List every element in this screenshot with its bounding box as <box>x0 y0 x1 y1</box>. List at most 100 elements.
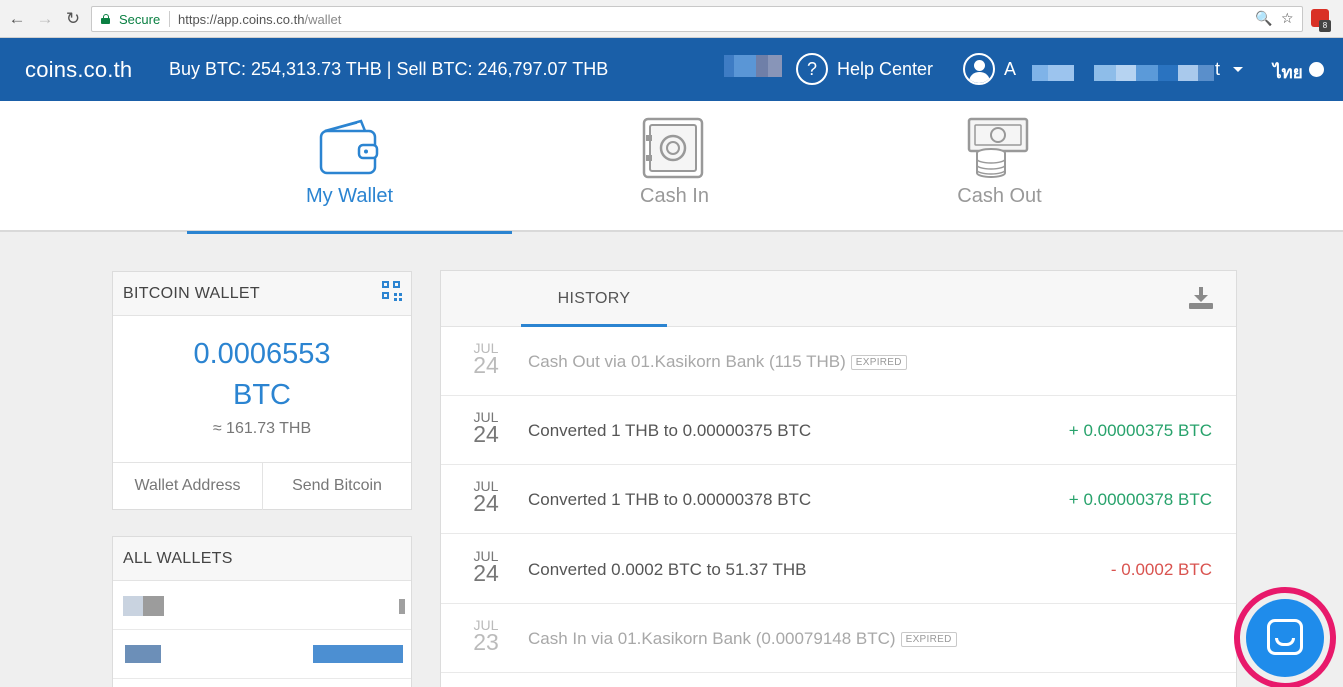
card-title: ALL WALLETS <box>123 550 233 567</box>
bookmark-star-icon[interactable]: ☆ <box>1281 10 1294 27</box>
history-description: Converted 1 THB to 0.00000378 BTC <box>528 490 812 509</box>
tab-cash-in[interactable]: Cash In <box>512 101 837 232</box>
qr-code-icon[interactable] <box>382 281 402 301</box>
history-row[interactable]: JUL 24 Converted 0.0002 BTC to 51.37 THB … <box>441 535 1236 604</box>
redacted-block <box>125 645 161 663</box>
forward-arrow-icon[interactable]: → <box>35 9 55 29</box>
language-switch[interactable]: ไทย <box>1273 59 1303 86</box>
history-row[interactable]: JUL 24 Cash Out via 01.Kasikorn Bank (115… <box>441 327 1236 396</box>
zoom-icon[interactable]: 🔍 <box>1255 10 1272 27</box>
help-center-link[interactable]: Help Center <box>837 59 933 80</box>
user-name-suffix[interactable]: t <box>1215 59 1220 80</box>
history-date: JUL 24 <box>471 341 501 378</box>
history-amount: + 0.00000378 BTC <box>1068 490 1212 509</box>
main-navigation: My Wallet Cash In Cash Out <box>0 101 1343 234</box>
user-name-initial[interactable]: A <box>1004 59 1016 80</box>
tab-label: My Wallet <box>305 185 394 207</box>
url-text[interactable]: https://app.coins.co.th/wallet <box>178 12 341 27</box>
redacted-block <box>143 596 164 616</box>
wallet-list-item[interactable] <box>113 581 411 630</box>
history-row[interactable]: JUL 24 Converted 1 THB to 0.00000378 BTC … <box>441 465 1236 534</box>
history-row[interactable]: JUL 23 Cash In via 01.Kasikorn Bank (0.00… <box>441 604 1236 673</box>
browser-toolbar: ← → ↻ Secure https://app.coins.co.th/wal… <box>0 0 1343 38</box>
history-card: HISTORY JUL 24 Cash Out via 01.Kasikorn B… <box>440 270 1237 687</box>
history-date: JUL 24 <box>471 410 501 447</box>
redacted-block <box>1048 65 1074 81</box>
url-divider <box>169 11 170 27</box>
description-text: Cash In via 01.Kasikorn Bank (0.00079148… <box>528 629 896 648</box>
btc-balance: 0.0006553 <box>193 338 331 370</box>
tab-cash-out[interactable]: Cash Out <box>837 101 1162 232</box>
site-logo[interactable]: coins.co.th <box>25 57 132 83</box>
history-row[interactable]: JUL 24 Converted 1 THB to 0.00000375 BTC … <box>441 396 1236 465</box>
redacted-block <box>756 55 768 77</box>
secure-label: Secure <box>119 12 161 27</box>
card-header: ALL WALLETS <box>113 537 411 581</box>
back-arrow-icon[interactable]: ← <box>7 9 27 29</box>
wallet-actions: Wallet Address Send Bitcoin <box>113 462 411 510</box>
history-description: Cash In via 01.Kasikorn Bank (0.00079148… <box>528 629 957 649</box>
redacted-block <box>1116 65 1136 81</box>
reload-icon[interactable]: ↻ <box>63 9 83 29</box>
date-day: 24 <box>473 490 499 516</box>
redacted-block <box>734 55 756 77</box>
send-bitcoin-button[interactable]: Send Bitcoin <box>262 463 411 510</box>
wallet-icon <box>319 119 379 175</box>
extension-badge: 8 <box>1319 20 1331 32</box>
safe-icon <box>642 117 704 179</box>
user-avatar-icon[interactable] <box>963 53 995 85</box>
card-header: BITCOIN WALLET <box>113 272 411 316</box>
cash-stack-icon <box>967 117 1029 178</box>
redacted-block <box>123 596 143 616</box>
redacted-block <box>768 55 782 77</box>
redacted-block <box>724 55 734 77</box>
thb-equivalent: ≈ 161.73 THB <box>212 420 312 437</box>
tab-label: Cash In <box>640 185 709 207</box>
url-path: /wallet <box>304 12 342 27</box>
description-text: Cash Out via 01.Kasikorn Bank (115 THB) <box>528 352 846 371</box>
date-day: 23 <box>473 629 499 655</box>
btc-unit: BTC <box>233 379 291 411</box>
history-description: Converted 1 THB to 0.00000375 BTC <box>528 421 812 440</box>
status-badge: EXPIRED <box>900 632 957 647</box>
address-bar[interactable]: Secure https://app.coins.co.th/wallet 🔍 … <box>91 6 1303 32</box>
url-base: https://app.coins.co.th <box>178 12 305 27</box>
redacted-block <box>1094 65 1116 81</box>
chat-launcher-button[interactable] <box>1246 599 1324 677</box>
status-badge: EXPIRED <box>850 355 907 370</box>
help-circle-icon[interactable]: ? <box>796 53 828 85</box>
date-day: 24 <box>473 421 499 447</box>
btc-price-ticker: Buy BTC: 254,313.73 THB | Sell BTC: 246,… <box>169 59 609 79</box>
download-icon[interactable] <box>1189 287 1213 309</box>
chevron-down-icon[interactable] <box>1233 67 1243 72</box>
redacted-block <box>1178 65 1198 81</box>
redacted-block <box>1136 65 1158 81</box>
redacted-block <box>313 645 403 663</box>
globe-icon[interactable] <box>1309 62 1324 77</box>
history-date: JUL 23 <box>471 618 501 655</box>
card-title: BITCOIN WALLET <box>123 285 260 302</box>
history-date: JUL 24 <box>471 479 501 516</box>
date-day: 24 <box>473 352 499 378</box>
history-amount: + 0.00000375 BTC <box>1068 421 1212 440</box>
redacted-block <box>399 599 405 614</box>
all-wallets-card: ALL WALLETS <box>112 536 412 687</box>
tab-my-wallet[interactable]: My Wallet <box>187 101 512 234</box>
date-day: 24 <box>473 560 499 586</box>
wallet-address-button[interactable]: Wallet Address <box>113 463 262 510</box>
tab-label: Cash Out <box>957 185 1042 207</box>
chat-bubble-icon <box>1267 619 1303 655</box>
wallet-list-item[interactable] <box>113 630 411 679</box>
redacted-block <box>1158 65 1178 81</box>
site-header: coins.co.th Buy BTC: 254,313.73 THB | Se… <box>0 38 1343 101</box>
history-amount: - 0.0002 BTC <box>1110 560 1212 579</box>
history-header: HISTORY <box>441 271 1236 327</box>
lock-icon <box>101 14 110 24</box>
history-description: Cash Out via 01.Kasikorn Bank (115 THB) E… <box>528 352 907 372</box>
bitcoin-wallet-card: BITCOIN WALLET 0.0006553 BTC ≈ 161.73 TH… <box>112 271 412 510</box>
redacted-block <box>1032 65 1048 81</box>
history-date: JUL 24 <box>471 549 501 586</box>
redacted-block <box>1198 65 1214 81</box>
history-description: Converted 0.0002 BTC to 51.37 THB <box>528 560 807 579</box>
tab-history[interactable]: HISTORY <box>521 271 667 327</box>
